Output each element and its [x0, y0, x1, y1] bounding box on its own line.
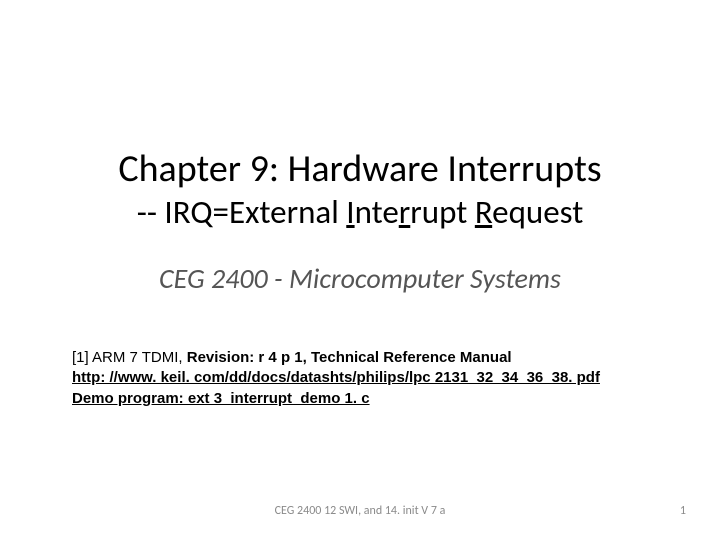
title-underline-r: r: [399, 192, 411, 232]
title-irq-prefix: IRQ=External: [164, 192, 346, 232]
title-underline-i: I: [346, 192, 354, 232]
title-nte: nte: [355, 192, 399, 232]
references-block: [1] ARM 7 TDMI, Revision: r 4 p 1, Techn…: [72, 348, 652, 409]
reference-citation-prefix: [1] ARM 7 TDMI,: [72, 349, 187, 366]
title-line-1: Chapter 9: Hardware Interrupts: [60, 148, 660, 192]
title-underline-r-cap: R: [475, 192, 492, 232]
reference-citation-bold: Revision: r 4 p 1, Technical Reference M…: [187, 349, 512, 366]
reference-demo-link[interactable]: Demo program: ext 3_interrupt_demo 1. c: [72, 390, 370, 407]
slide-subtitle: CEG 2400 - Microcomputer Systems: [60, 261, 660, 296]
title-equest: equest: [492, 192, 583, 232]
page-number: 1: [680, 504, 686, 518]
title-dash: --: [137, 192, 157, 232]
title-line-2: -- IRQ=External Interrupt Request: [60, 192, 660, 233]
reference-url-link[interactable]: http: //www. keil. com/dd/docs/datashts/…: [72, 369, 600, 386]
title-rupt: rupt: [410, 192, 475, 232]
footer-text: CEG 2400 12 SWI, and 14. init V 7 a: [0, 504, 720, 518]
slide-title: Chapter 9: Hardware Interrupts -- IRQ=Ex…: [60, 148, 660, 233]
slide: Chapter 9: Hardware Interrupts -- IRQ=Ex…: [0, 0, 720, 540]
